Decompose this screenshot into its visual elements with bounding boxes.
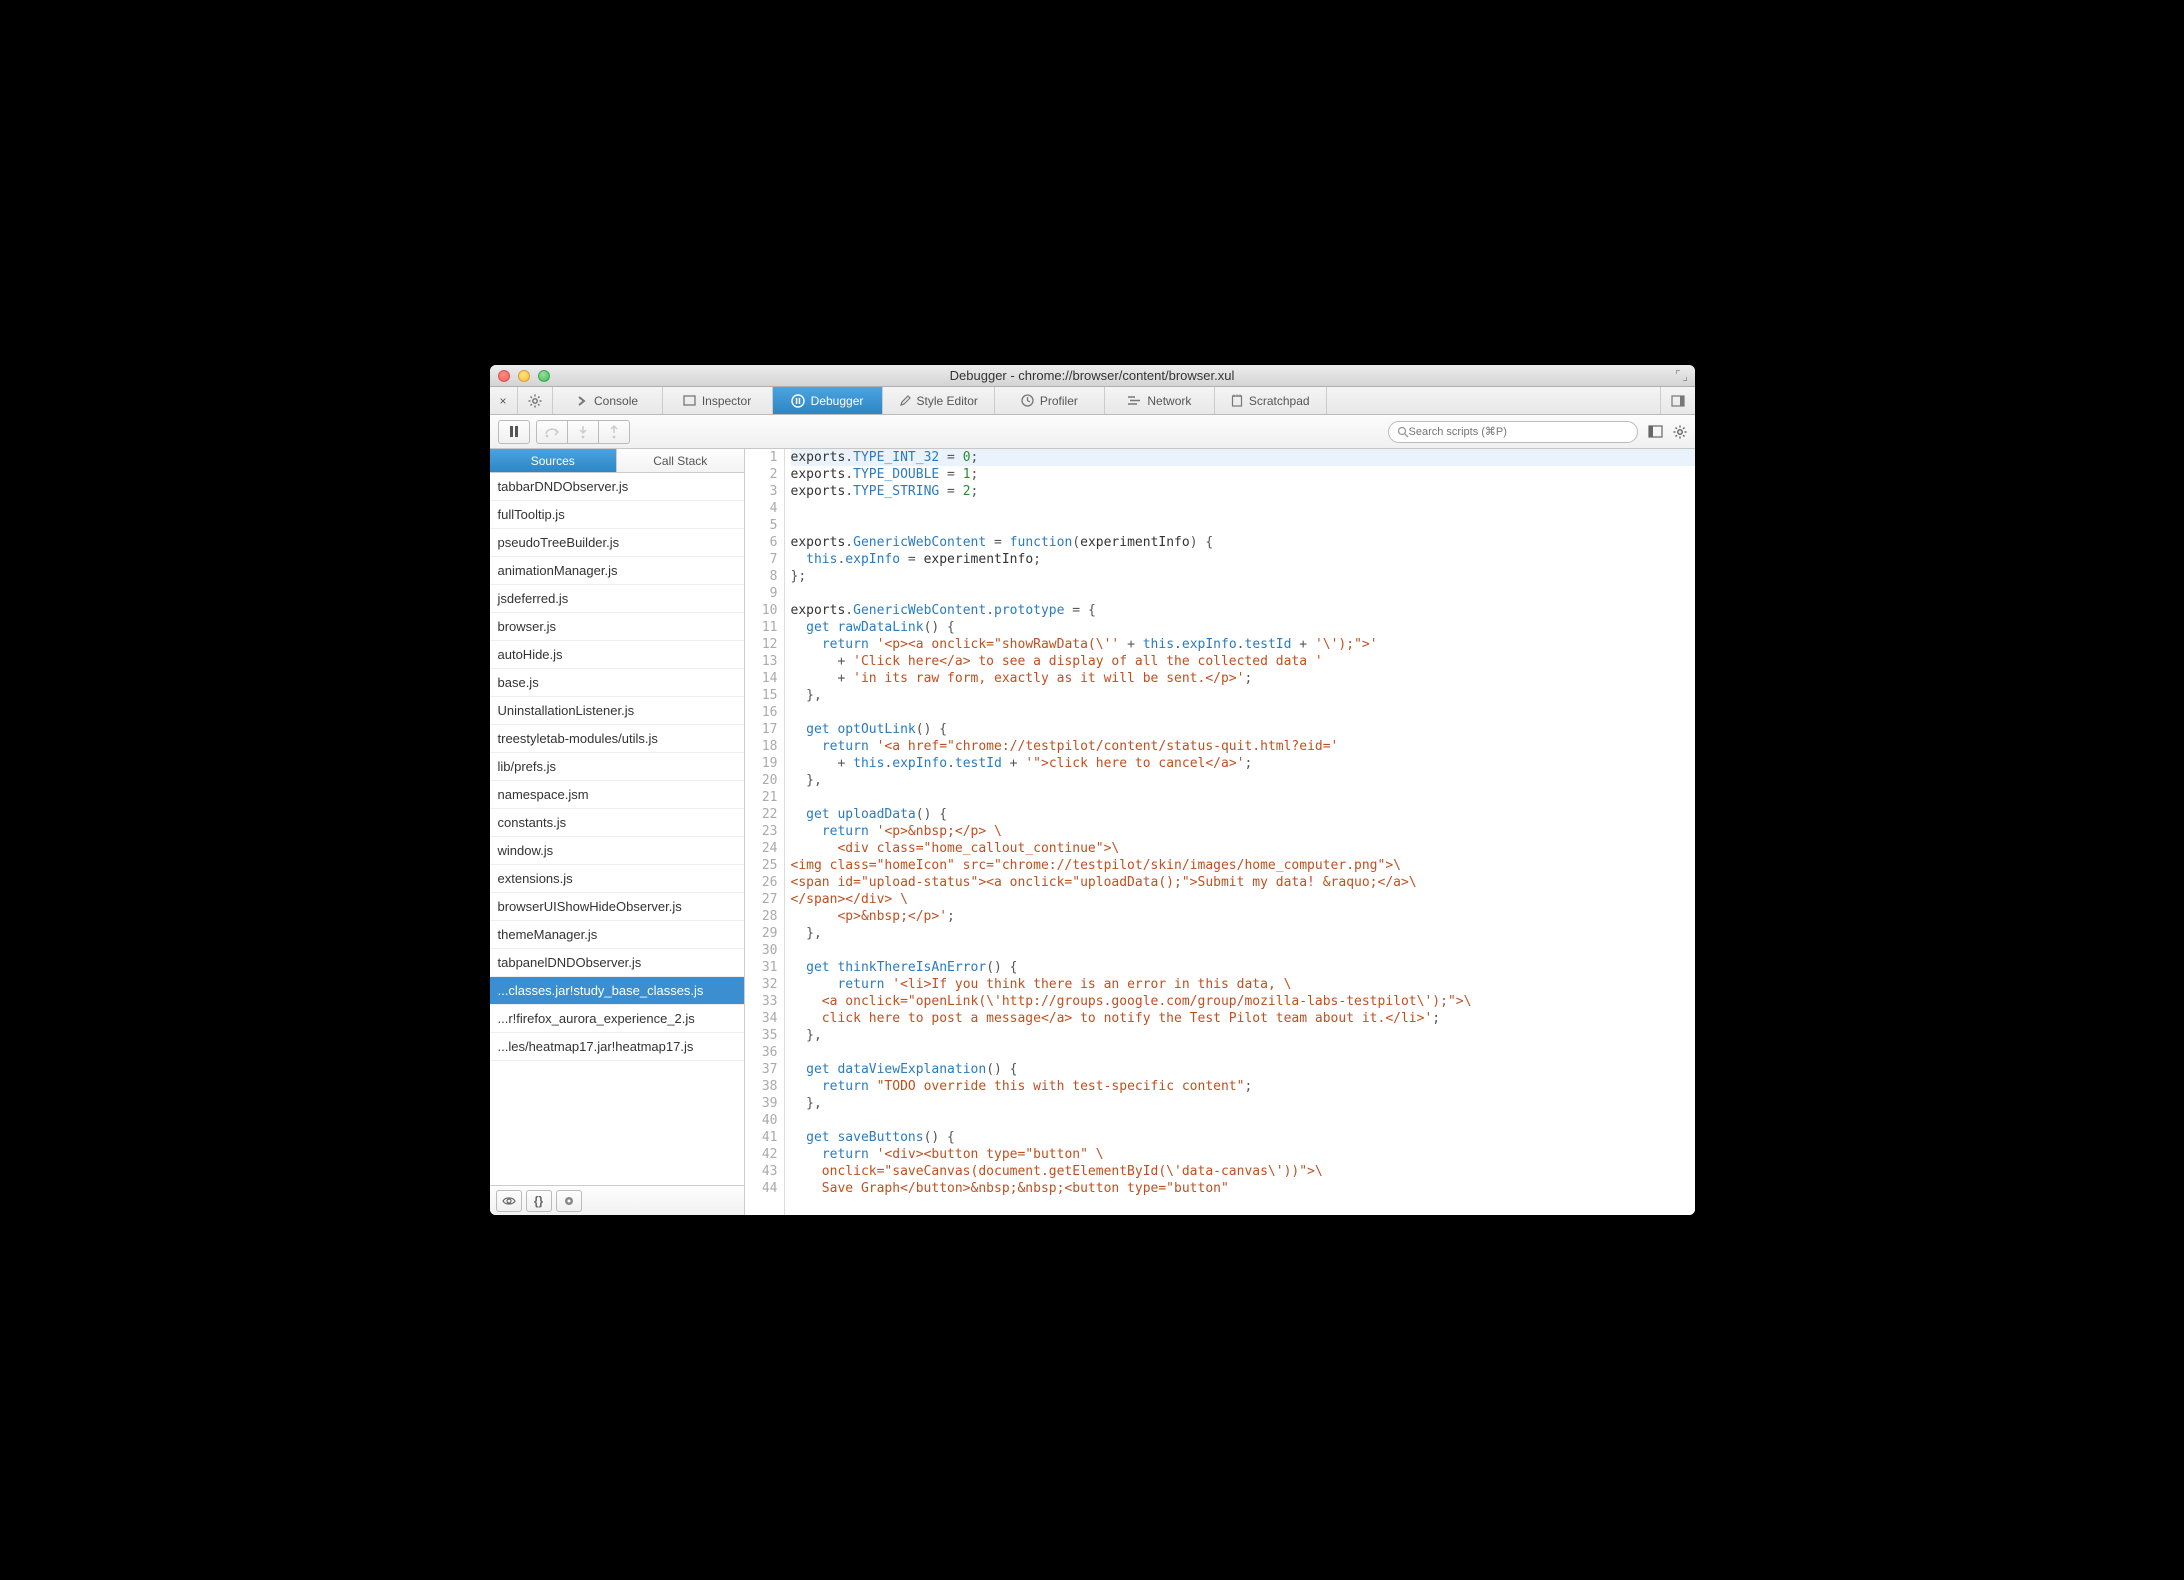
options-tab[interactable] (518, 387, 553, 414)
source-item[interactable]: lib/prefs.js (490, 753, 744, 781)
titlebar: Debugger - chrome://browser/content/brow… (490, 365, 1695, 387)
devtools-tabbar: × Console Inspector Debugger Style Edito… (490, 387, 1695, 415)
step-over-button[interactable] (536, 420, 568, 444)
panel-tab-sources[interactable]: Sources (490, 449, 618, 473)
tab-console[interactable]: Console (553, 387, 663, 414)
tab-style-editor[interactable]: Style Editor (883, 387, 995, 414)
tab-label: Inspector (702, 394, 751, 408)
debugger-toolbar (490, 415, 1695, 449)
pause-circle-icon (791, 394, 805, 408)
source-item[interactable]: animationManager.js (490, 557, 744, 585)
tab-debugger[interactable]: Debugger (773, 387, 883, 414)
source-item[interactable]: ...classes.jar!study_base_classes.js (490, 977, 744, 1005)
source-item[interactable]: UninstallationListener.js (490, 697, 744, 725)
toggle-panes-button[interactable] (1648, 425, 1663, 439)
sidebar-tabs: Sources Call Stack (490, 449, 744, 473)
tab-label: Console (594, 394, 638, 408)
dock-icon (1671, 395, 1685, 407)
sidebar: Sources Call Stack tabbarDNDObserver.jsf… (490, 449, 745, 1215)
notepad-icon (1231, 394, 1243, 407)
tab-label: Style Editor (917, 394, 978, 408)
trace-button[interactable] (556, 1190, 582, 1212)
tab-label: Profiler (1040, 394, 1078, 408)
source-item[interactable]: extensions.js (490, 865, 744, 893)
step-controls (536, 420, 630, 444)
source-item[interactable]: ...r!firefox_aurora_experience_2.js (490, 1005, 744, 1033)
close-tab-button[interactable]: × (490, 387, 518, 414)
search-input[interactable] (1409, 426, 1629, 438)
source-item[interactable]: namespace.jsm (490, 781, 744, 809)
source-item[interactable]: tabpanelDNDObserver.js (490, 949, 744, 977)
source-item[interactable]: pseudoTreeBuilder.js (490, 529, 744, 557)
chevron-icon (576, 395, 588, 407)
step-in-button[interactable] (567, 420, 599, 444)
close-window-button[interactable] (498, 370, 510, 382)
inspector-icon (683, 395, 696, 406)
zoom-window-button[interactable] (538, 370, 550, 382)
tab-scratchpad[interactable]: Scratchpad (1215, 387, 1327, 414)
fullscreen-icon[interactable] (1676, 370, 1687, 381)
sidebar-footer: {} (490, 1185, 744, 1215)
source-item[interactable]: tabbarDNDObserver.js (490, 473, 744, 501)
code-editor[interactable]: 1234567891011121314151617181920212223242… (745, 449, 1695, 1215)
source-item[interactable]: base.js (490, 669, 744, 697)
source-item[interactable]: autoHide.js (490, 641, 744, 669)
source-item[interactable]: fullTooltip.js (490, 501, 744, 529)
source-item[interactable]: ...les/heatmap17.jar!heatmap17.js (490, 1033, 744, 1061)
pencil-icon (899, 395, 911, 407)
network-icon (1127, 395, 1141, 406)
tab-label: Scratchpad (1249, 394, 1310, 408)
pause-button[interactable] (498, 420, 530, 444)
step-out-button[interactable] (598, 420, 630, 444)
search-scripts[interactable] (1388, 421, 1638, 443)
tab-label: Network (1147, 394, 1191, 408)
source-item[interactable]: constants.js (490, 809, 744, 837)
source-item[interactable]: treestyletab-modules/utils.js (490, 725, 744, 753)
main-area: Sources Call Stack tabbarDNDObserver.jsf… (490, 449, 1695, 1215)
line-gutter: 1234567891011121314151617181920212223242… (745, 449, 785, 1215)
minimize-window-button[interactable] (518, 370, 530, 382)
tab-network[interactable]: Network (1105, 387, 1215, 414)
pretty-print-button[interactable]: {} (526, 1190, 552, 1212)
tab-profiler[interactable]: Profiler (995, 387, 1105, 414)
tab-label: Debugger (811, 394, 864, 408)
debugger-options-button[interactable] (1673, 425, 1687, 439)
source-item[interactable]: browserUIShowHideObserver.js (490, 893, 744, 921)
code-content[interactable]: exports.TYPE_INT_32 = 0;exports.TYPE_DOU… (785, 449, 1695, 1215)
toggle-blackbox-button[interactable] (496, 1190, 522, 1212)
source-list[interactable]: tabbarDNDObserver.jsfullTooltip.jspseudo… (490, 473, 744, 1185)
traffic-lights (498, 370, 550, 382)
window-title: Debugger - chrome://browser/content/brow… (490, 368, 1695, 383)
source-item[interactable]: window.js (490, 837, 744, 865)
window: Debugger - chrome://browser/content/brow… (490, 365, 1695, 1215)
clock-icon (1021, 394, 1034, 407)
panel-tab-callstack[interactable]: Call Stack (617, 449, 744, 473)
tab-inspector[interactable]: Inspector (663, 387, 773, 414)
source-item[interactable]: themeManager.js (490, 921, 744, 949)
gear-icon (528, 394, 542, 408)
dock-position-button[interactable] (1660, 387, 1695, 414)
search-icon (1397, 426, 1409, 438)
source-item[interactable]: browser.js (490, 613, 744, 641)
source-item[interactable]: jsdeferred.js (490, 585, 744, 613)
